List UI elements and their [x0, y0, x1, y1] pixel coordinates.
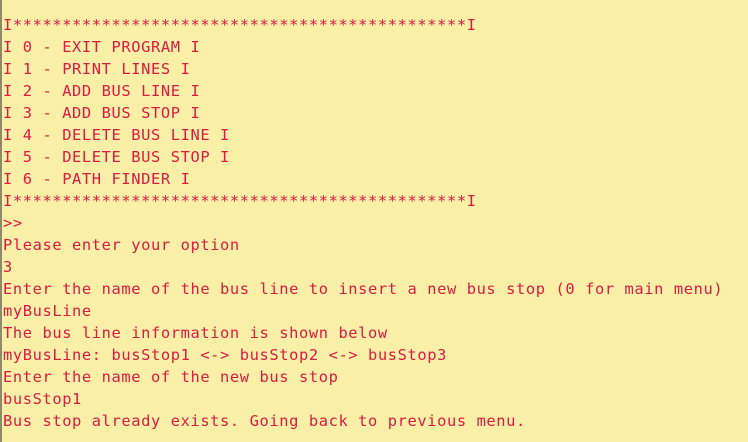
- menu-item-exit: I 0 - EXIT PROGRAM I: [3, 38, 201, 56]
- bus-line-request-text: Enter the name of the bus line to insert…: [3, 280, 724, 298]
- user-input-bus-stop: busStop1: [3, 390, 82, 408]
- console-prompt: >>: [3, 214, 23, 232]
- menu-item-path-finder: I 6 - PATH FINDER I: [3, 170, 191, 188]
- bus-stop-request-text: Enter the name of the new bus stop: [3, 368, 339, 386]
- menu-border-top: I***************************************…: [3, 16, 477, 34]
- menu-item-delete-bus-stop: I 5 - DELETE BUS STOP I: [3, 148, 230, 166]
- user-input-option: 3: [3, 258, 13, 276]
- menu-item-add-bus-stop: I 3 - ADD BUS STOP I: [3, 104, 201, 122]
- user-input-bus-line: myBusLine: [3, 302, 92, 320]
- error-message-text: Bus stop already exists. Going back to p…: [3, 412, 526, 430]
- console-window[interactable]: I***************************************…: [0, 0, 748, 442]
- menu-border-bottom: I***************************************…: [3, 192, 477, 210]
- info-heading-text: The bus line information is shown below: [3, 324, 388, 342]
- option-request-text: Please enter your option: [3, 236, 240, 254]
- bus-line-info-text: myBusLine: busStop1 <-> busStop2 <-> bus…: [3, 346, 447, 364]
- menu-item-delete-bus-line: I 4 - DELETE BUS LINE I: [3, 126, 230, 144]
- window-left-border: [0, 0, 2, 442]
- menu-item-add-bus-line: I 2 - ADD BUS LINE I: [3, 82, 201, 100]
- menu-item-print-lines: I 1 - PRINT LINES I: [3, 60, 191, 78]
